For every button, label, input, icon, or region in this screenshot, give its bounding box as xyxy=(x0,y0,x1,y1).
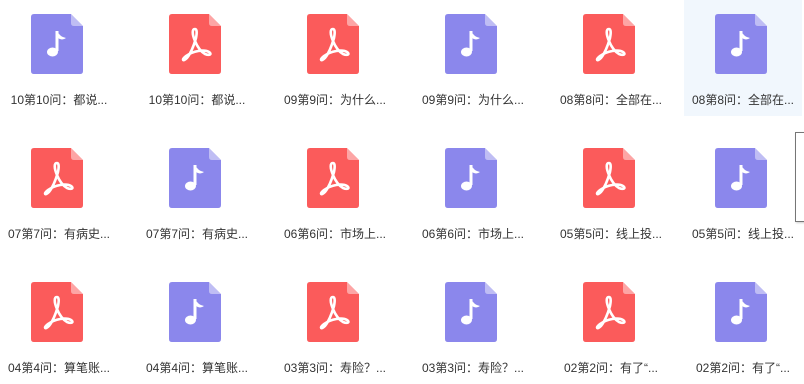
pdf-icon xyxy=(307,14,359,74)
file-item-pdf[interactable]: 07第7问：有病史... xyxy=(0,134,118,250)
file-item-audio[interactable]: 04第4问：算笔账... xyxy=(138,268,256,384)
file-item-pdf[interactable]: 02第2问：有了“... xyxy=(552,268,670,384)
music-note-icon xyxy=(445,14,497,74)
file-name-label: 10第10问：都说... xyxy=(148,93,246,107)
file-name-label: 06第6问：市场上... xyxy=(283,227,387,241)
pdf-icon xyxy=(307,148,359,208)
music-note-icon xyxy=(169,148,221,208)
file-item-audio[interactable]: 10第10问：都说... xyxy=(0,0,118,116)
music-note-icon xyxy=(31,14,83,74)
file-item-pdf[interactable]: 05第5问：线上投... xyxy=(552,134,670,250)
file-name-label: 02第2问：有了“... xyxy=(563,361,659,375)
file-grid: 10第10问：都说... 10第10问：都说... 09第9问：为什么... 09第9… xyxy=(0,0,804,377)
file-item-audio[interactable]: 09第9问：为什么... xyxy=(414,0,532,116)
file-item-audio[interactable]: 03第3问：寿险？... xyxy=(414,268,532,384)
pdf-icon xyxy=(31,148,83,208)
file-name-label: 10第10问：都说... xyxy=(10,93,108,107)
file-item-pdf[interactable]: 06第6问：市场上... xyxy=(276,134,394,250)
music-note-icon xyxy=(715,282,767,342)
file-item-audio[interactable]: 08第8问：全部在... xyxy=(684,0,802,116)
file-name-label: 09第9问：为什么... xyxy=(283,93,387,107)
pdf-icon xyxy=(169,14,221,74)
file-name-label: 04第4问：算笔账... xyxy=(145,361,249,375)
file-name-label: 06第6问：市场上... xyxy=(421,227,525,241)
file-item-pdf[interactable]: 03第3问：寿险？... xyxy=(276,268,394,384)
file-item-pdf[interactable]: 08第8问：全部在... xyxy=(552,0,670,116)
file-name-label: 07第7问：有病史... xyxy=(145,227,249,241)
file-item-pdf[interactable]: 04第4问：算笔账... xyxy=(0,268,118,384)
file-name-label: 05第5问：线上投... xyxy=(559,227,663,241)
music-note-icon xyxy=(169,282,221,342)
file-name-label: 03第3问：寿险？... xyxy=(421,361,525,375)
music-note-icon xyxy=(715,14,767,74)
file-item-audio[interactable]: 07第7问：有病史... xyxy=(138,134,256,250)
pdf-icon xyxy=(307,282,359,342)
pdf-icon xyxy=(31,282,83,342)
pdf-icon xyxy=(583,282,635,342)
file-item-audio[interactable]: 06第6问：市场上... xyxy=(414,134,532,250)
pdf-icon xyxy=(583,14,635,74)
file-name-label: 03第3问：寿险？... xyxy=(283,361,387,375)
file-name-label: 08第8问：全部在... xyxy=(691,93,795,107)
file-name-label: 07第7问：有病史... xyxy=(7,227,111,241)
file-item-pdf[interactable]: 09第9问：为什么... xyxy=(276,0,394,116)
file-item-pdf[interactable]: 10第10问：都说... xyxy=(138,0,256,116)
music-note-icon xyxy=(445,282,497,342)
tooltip xyxy=(795,132,804,222)
file-name-label: 09第9问：为什么... xyxy=(421,93,525,107)
music-note-icon xyxy=(445,148,497,208)
file-name-label: 08第8问：全部在... xyxy=(559,93,663,107)
file-name-label: 02第2问：有了“... xyxy=(695,361,791,375)
file-item-audio[interactable]: 05第5问：线上投... xyxy=(684,134,802,250)
music-note-icon xyxy=(715,148,767,208)
file-item-audio[interactable]: 02第2问：有了“... xyxy=(684,268,802,384)
pdf-icon xyxy=(583,148,635,208)
file-name-label: 04第4问：算笔账... xyxy=(7,361,111,375)
file-name-label: 05第5问：线上投... xyxy=(691,227,795,241)
